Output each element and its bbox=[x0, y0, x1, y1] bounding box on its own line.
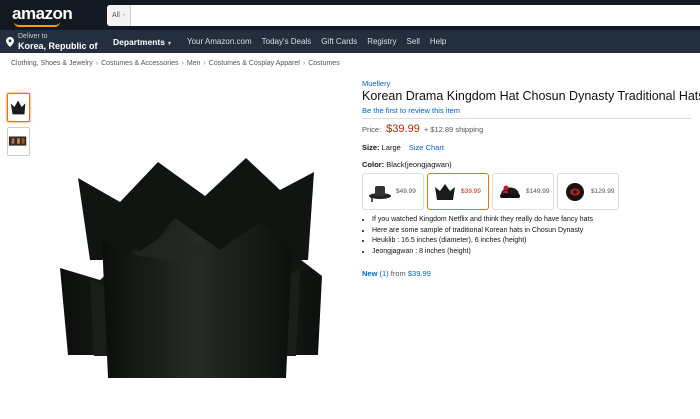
red-hat-icon bbox=[500, 185, 520, 198]
price-value: $39.99 bbox=[386, 123, 420, 135]
color-swatches: $49.99 $39.99 $149.99 $129.99 bbox=[362, 173, 622, 210]
feature-bullet: Jeongjagwan : 8 inches (height) bbox=[372, 248, 593, 255]
swatch-crown-hat[interactable]: $39.99 bbox=[427, 173, 489, 210]
nav-link-todays-deals[interactable]: Today's Deals bbox=[262, 37, 312, 46]
chevron-down-icon: ▾ bbox=[167, 40, 171, 47]
color-row: Color: Black(jeongjagwan) bbox=[362, 160, 452, 169]
search-category-label: All bbox=[112, 12, 120, 19]
new-label[interactable]: New bbox=[362, 269, 377, 278]
breadcrumb: Clothing, Shoes & Jewelry › Costumes & Ac… bbox=[11, 60, 340, 67]
nav-link-your-amazon[interactable]: Your Amazon.com bbox=[187, 37, 252, 46]
shipping-cost: + $12.89 shipping bbox=[423, 125, 484, 134]
search-bar: All ▾ bbox=[107, 5, 700, 26]
chevron-down-icon: ▾ bbox=[122, 13, 126, 19]
new-from-label: from bbox=[390, 269, 406, 278]
crown-hat-icon bbox=[435, 184, 455, 200]
nav-link-sell[interactable]: Sell bbox=[407, 37, 420, 46]
breadcrumb-separator: › bbox=[203, 60, 206, 67]
product-title: Korean Drama Kingdom Hat Chosun Dynasty … bbox=[362, 89, 700, 103]
breadcrumb-item[interactable]: Clothing, Shoes & Jewelry bbox=[11, 60, 93, 67]
search-category-dropdown[interactable]: All ▾ bbox=[107, 5, 131, 26]
feature-bullet: If you watched Kingdom Netflix and think… bbox=[372, 216, 593, 223]
divider bbox=[362, 118, 692, 119]
amazon-logo[interactable]: amazon bbox=[12, 4, 73, 24]
swatch-price: $129.99 bbox=[591, 188, 615, 195]
size-chart-link[interactable]: Size Chart bbox=[409, 143, 444, 152]
breadcrumb-separator: › bbox=[302, 60, 306, 67]
feature-bullets: If you watched Kingdom Netflix and think… bbox=[372, 216, 593, 258]
new-count[interactable]: (1) bbox=[380, 269, 389, 278]
round-hat-icon bbox=[566, 183, 584, 201]
deliver-location: Korea, Republic of bbox=[18, 41, 98, 51]
swatch-price: $39.99 bbox=[461, 188, 481, 195]
location-pin-icon bbox=[6, 37, 14, 47]
swatch-round-hat[interactable]: $129.99 bbox=[557, 173, 619, 210]
feature-bullet: Here are some sample of traditional Kore… bbox=[372, 227, 593, 234]
size-value: Large bbox=[381, 143, 401, 152]
swatch-price: $149.99 bbox=[526, 188, 550, 195]
new-price[interactable]: $39.99 bbox=[408, 269, 431, 278]
breadcrumb-item[interactable]: Costumes & Cosplay Apparel bbox=[209, 60, 300, 67]
feature-bullet: Heuklib : 16.5 inches (diameter), 6 inch… bbox=[372, 237, 593, 244]
size-row: Size: Large Size Chart bbox=[362, 143, 444, 152]
price-label: Price: bbox=[362, 125, 382, 134]
drama-scene-icon bbox=[8, 136, 27, 146]
deliver-to-label: Deliver to bbox=[18, 33, 48, 40]
breadcrumb-item[interactable]: Men bbox=[187, 60, 201, 67]
breadcrumb-separator: › bbox=[95, 60, 99, 67]
price-row: Price: $39.99 + $12.89 shipping bbox=[362, 123, 483, 135]
thumbnail-drama-scene[interactable] bbox=[7, 127, 30, 156]
crown-hat-icon bbox=[10, 100, 26, 115]
color-label: Color: bbox=[362, 160, 385, 169]
review-link[interactable]: Be the first to review this item bbox=[362, 106, 460, 115]
breadcrumb-separator: › bbox=[181, 60, 184, 67]
breadcrumb-item[interactable]: Costumes bbox=[308, 60, 340, 67]
search-input[interactable] bbox=[131, 5, 691, 26]
thumbnail-crown-hat[interactable] bbox=[7, 93, 30, 122]
nav-link-help[interactable]: Help bbox=[430, 37, 446, 46]
logo-smile-icon bbox=[14, 22, 60, 27]
size-label: Size: bbox=[362, 143, 380, 152]
color-value: Black(jeongjagwan) bbox=[386, 160, 452, 169]
swatch-red-hat[interactable]: $149.99 bbox=[492, 173, 554, 210]
departments-label: Departments bbox=[113, 36, 165, 47]
brand-link[interactable]: Muellery bbox=[362, 79, 390, 88]
nav-links: Departments ▾ Your Amazon.com Today's Dea… bbox=[113, 30, 456, 53]
gat-hat-icon bbox=[369, 186, 391, 202]
departments-menu[interactable]: Departments ▾ bbox=[113, 37, 171, 47]
nav-link-gift-cards[interactable]: Gift Cards bbox=[321, 37, 357, 46]
new-offers[interactable]: New (1) from $39.99 bbox=[362, 269, 431, 278]
breadcrumb-item[interactable]: Costumes & Accessories bbox=[101, 60, 178, 67]
swatch-price: $49.99 bbox=[396, 188, 416, 195]
nav-link-registry[interactable]: Registry bbox=[367, 37, 396, 46]
product-image[interactable] bbox=[60, 150, 345, 385]
swatch-gat-hat[interactable]: $49.99 bbox=[362, 173, 424, 210]
